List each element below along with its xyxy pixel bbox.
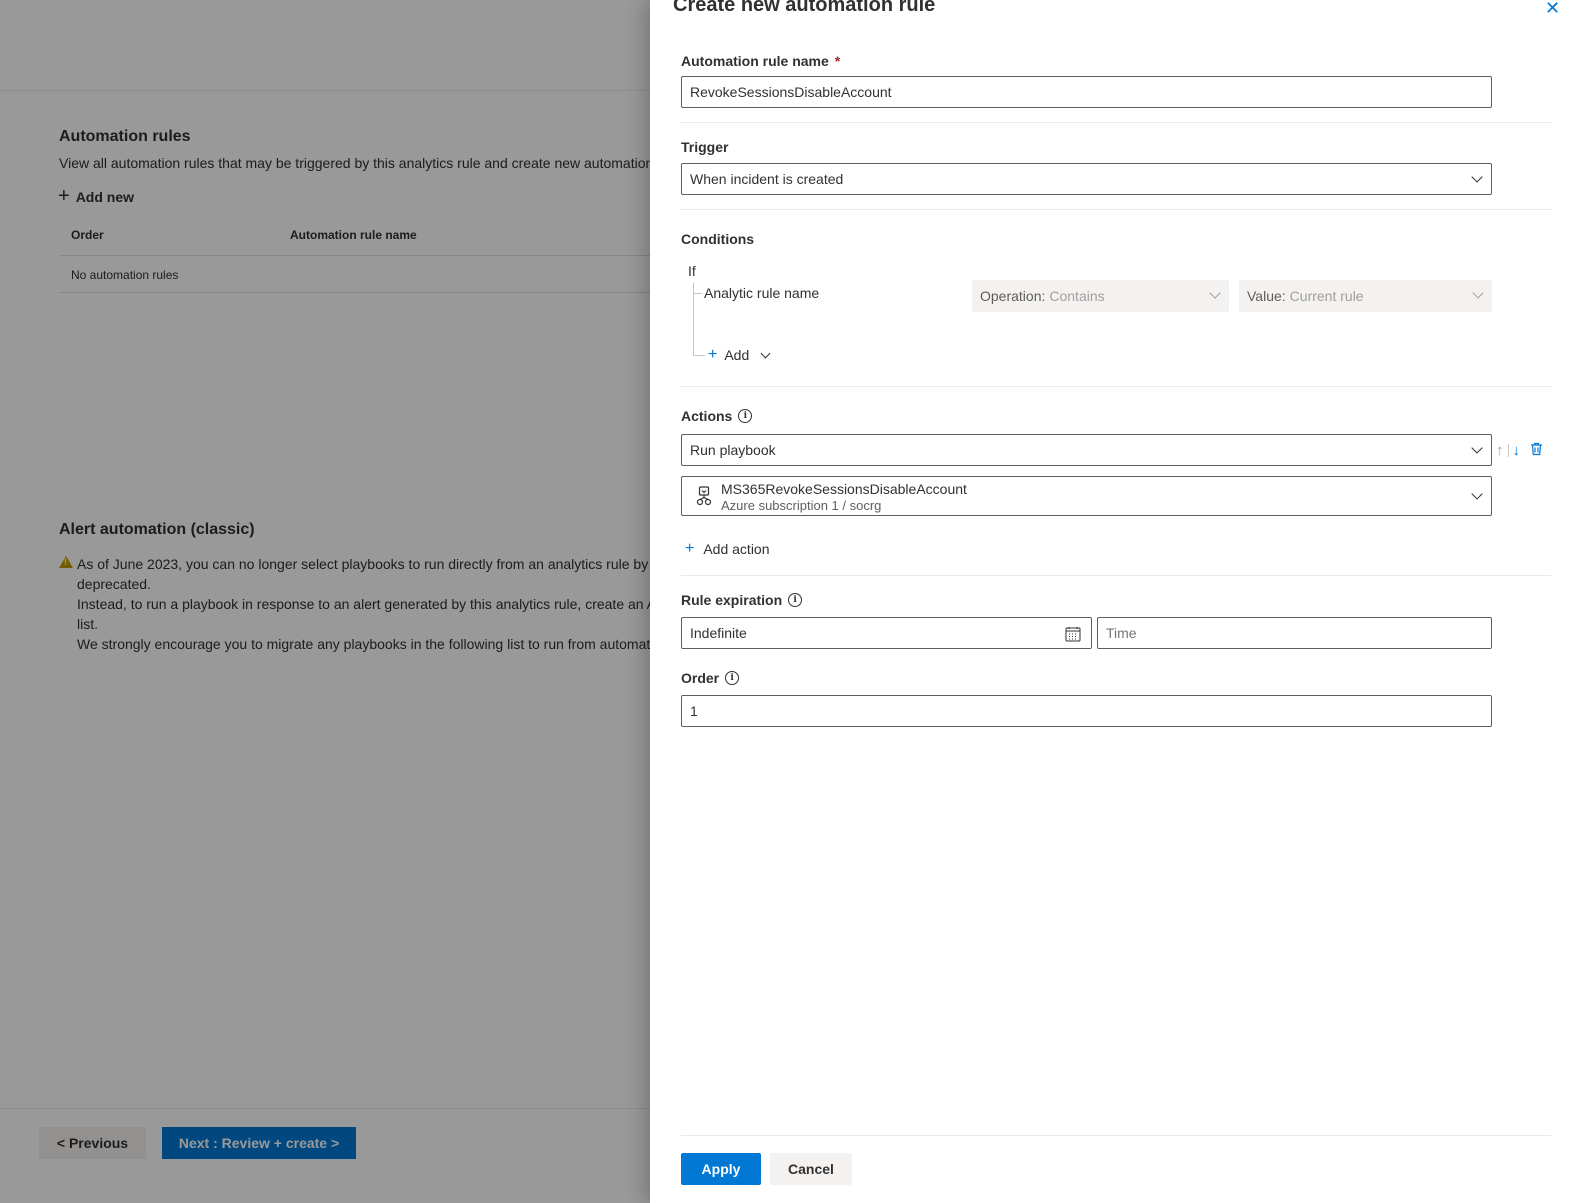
actions-label: Actions i [681,408,753,424]
info-icon[interactable]: i [788,593,803,607]
plus-icon: + [708,346,718,363]
create-automation-rule-panel: Create new automation rule ✕ Automation … [650,0,1579,1203]
apply-button[interactable]: Apply [681,1153,761,1185]
footer-divider [681,1135,1551,1136]
rule-name-label-text: Automation rule name [681,53,829,69]
action-tools: ↑ ↓ [1496,441,1543,459]
operation-dropdown: Operation: Contains [972,280,1229,312]
condition-property: Analytic rule name [704,285,820,301]
info-icon[interactable]: i [738,409,753,423]
required-mark: * [834,53,841,69]
rule-name-label: Automation rule name * [681,53,840,69]
cancel-button[interactable]: Cancel [770,1153,852,1185]
condition-tree-branch [693,355,705,356]
trigger-label: Trigger [681,139,729,155]
add-action-label: Add action [703,541,770,557]
rule-expiration-label: Rule expiration i [681,592,803,608]
playbook-name: MS365RevokeSessionsDisableAccount [721,481,967,497]
order-label: Order i [681,670,740,686]
order-value: 1 [690,703,698,719]
tool-separator [1507,443,1509,457]
panel-title: Create new automation rule [673,0,936,16]
action-type-value: Run playbook [690,442,776,458]
playbook-icon [696,486,712,506]
expiration-time-input[interactable] [1097,617,1492,649]
rule-name-value: RevokeSessionsDisableAccount [690,84,892,100]
divider [681,575,1551,576]
trigger-value: When incident is created [690,171,844,187]
expiration-date-value: Indefinite [690,625,747,641]
actions-label-text: Actions [681,408,733,424]
delete-icon[interactable] [1530,442,1543,459]
rule-expiration-label-text: Rule expiration [681,592,783,608]
add-condition-button[interactable]: + Add [708,344,771,366]
chevron-down-icon [1209,287,1221,299]
order-input[interactable]: 1 [681,695,1492,727]
divider [681,209,1551,210]
operation-value: Contains [1049,288,1105,304]
conditions-label: Conditions [681,231,755,247]
add-condition-label: Add [724,347,750,363]
chevron-down-icon [1471,488,1483,500]
expiration-date-picker[interactable]: Indefinite [681,617,1092,649]
action-type-dropdown[interactable]: Run playbook [681,434,1492,466]
value-dropdown: Value: Current rule [1239,280,1492,312]
add-action-button[interactable]: + Add action [685,538,770,560]
chevron-down-icon [1471,442,1483,454]
info-icon[interactable]: i [725,671,740,685]
trigger-dropdown[interactable]: When incident is created [681,163,1492,195]
condition-tree-branch [693,293,702,294]
value-value: Current rule [1289,288,1364,304]
calendar-icon[interactable] [1065,626,1081,642]
plus-icon: + [685,540,695,557]
chevron-down-icon [760,348,771,358]
operation-key: Operation: [980,288,1046,304]
chevron-down-icon [1471,171,1483,183]
value-key: Value: [1247,288,1286,304]
move-up-icon[interactable]: ↑ [1496,443,1504,458]
chevron-down-icon [1472,287,1484,299]
playbook-subscription: Azure subscription 1 / socrg [721,498,882,513]
playbook-dropdown[interactable]: MS365RevokeSessionsDisableAccount Azure … [681,476,1492,516]
move-down-icon[interactable]: ↓ [1513,443,1521,458]
divider [681,386,1551,387]
condition-if-label: If [688,263,696,279]
close-icon[interactable]: ✕ [1545,0,1560,19]
order-label-text: Order [681,670,720,686]
divider [681,122,1551,123]
rule-name-input[interactable]: RevokeSessionsDisableAccount [681,76,1492,108]
